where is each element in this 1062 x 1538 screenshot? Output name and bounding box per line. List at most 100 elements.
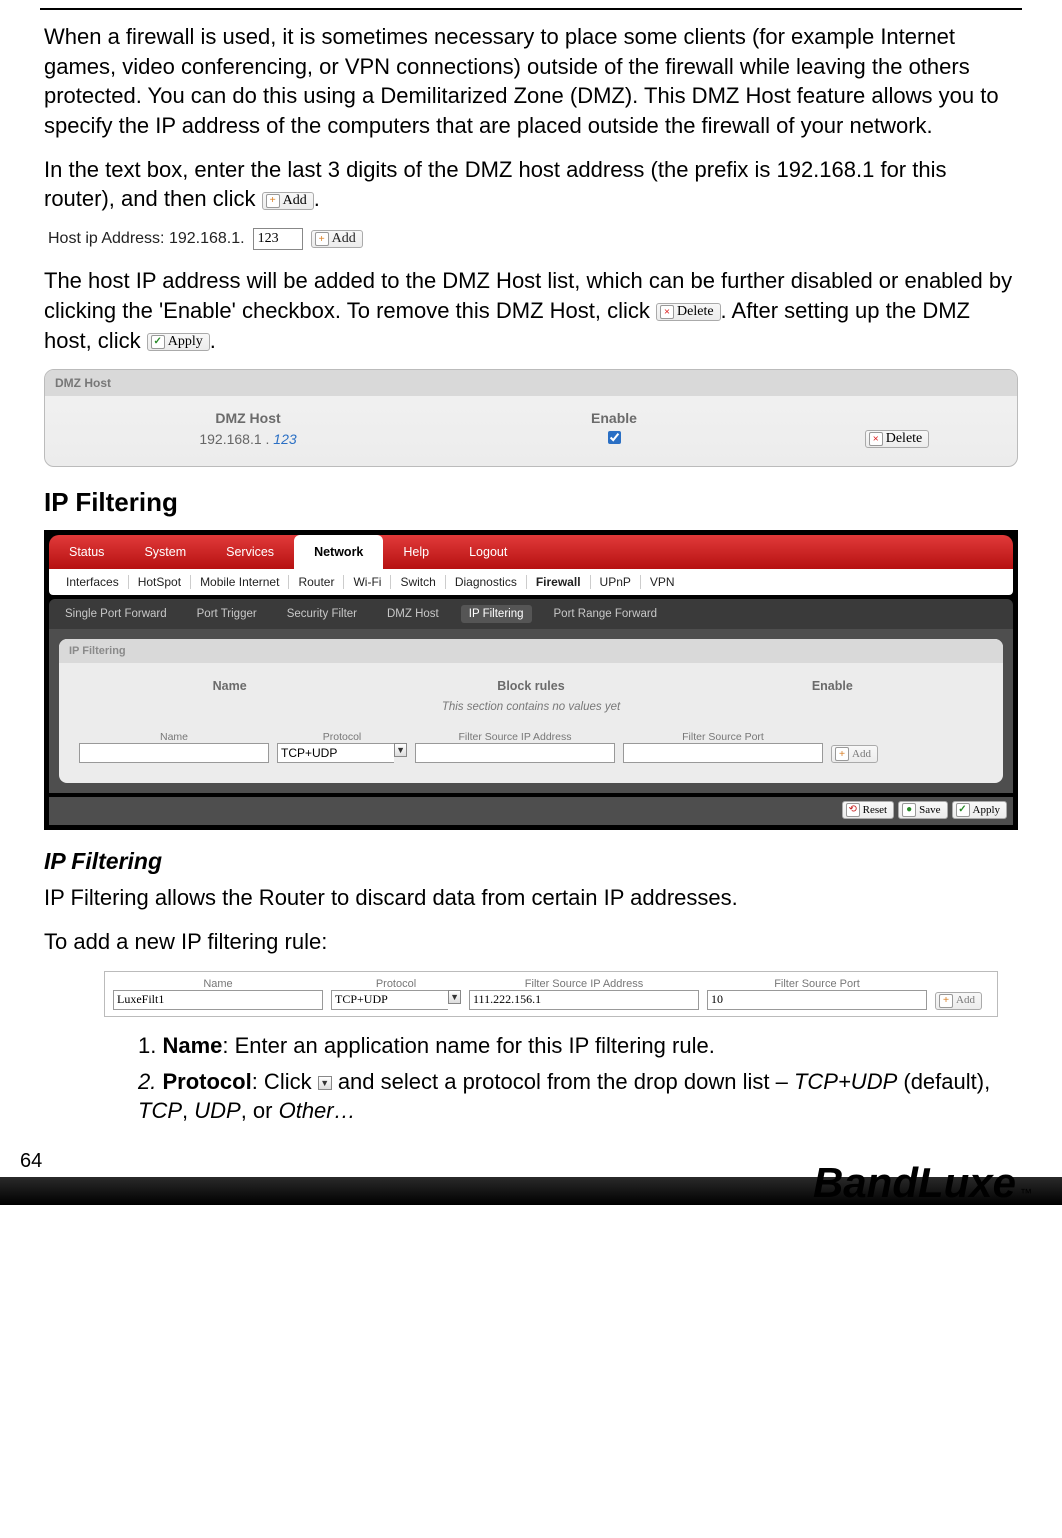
dmz-actions-cell: Delete bbox=[797, 430, 997, 448]
step2-label: Protocol bbox=[162, 1069, 251, 1094]
subtab-vpn[interactable]: VPN bbox=[641, 575, 684, 589]
step1-text: : Enter an application name for this IP … bbox=[222, 1033, 714, 1058]
subtab-mobile-internet[interactable]: Mobile Internet bbox=[191, 575, 289, 589]
tab-logout[interactable]: Logout bbox=[449, 535, 527, 569]
add-button-inline[interactable]: Add bbox=[262, 192, 314, 210]
ipf-description: IP Filtering allows the Router to discar… bbox=[44, 883, 1018, 913]
save-icon bbox=[902, 803, 916, 817]
ipf-panel-title: IP Filtering bbox=[59, 639, 1003, 663]
ipf-add-row: Name Protocol Filter Source IP Address bbox=[79, 731, 983, 763]
dmz-enable-cell bbox=[431, 431, 797, 447]
ex-h-proto: Protocol bbox=[331, 978, 461, 990]
save-button[interactable]: Save bbox=[898, 801, 947, 819]
step2-c: , bbox=[182, 1098, 194, 1123]
step2-tcp: TCP bbox=[138, 1098, 182, 1123]
tert-single-port-forward[interactable]: Single Port Forward bbox=[57, 605, 175, 623]
delete-icon bbox=[660, 305, 674, 319]
ipf-h-name: Name bbox=[79, 731, 269, 743]
tert-security-filter[interactable]: Security Filter bbox=[279, 605, 365, 623]
steps-list: Name: Enter an application name for this… bbox=[134, 1031, 1018, 1126]
ipf-add-button[interactable]: Add bbox=[831, 745, 878, 763]
step-2: 2. Protocol: Click and select a protocol… bbox=[134, 1067, 1018, 1126]
ex-source-ip-input[interactable] bbox=[469, 990, 699, 1010]
add-icon bbox=[939, 994, 953, 1008]
dmz-instruction-2: The host IP address will be added to the… bbox=[44, 266, 1018, 355]
para2a-text: In the text box, enter the last 3 digits… bbox=[44, 157, 946, 212]
tert-dmz-host[interactable]: DMZ Host bbox=[379, 605, 447, 623]
tab-services[interactable]: Services bbox=[206, 535, 294, 569]
apply-label: Apply bbox=[168, 335, 203, 349]
tert-port-range-forward[interactable]: Port Range Forward bbox=[546, 605, 666, 623]
ipf-h-src: Filter Source IP Address bbox=[415, 731, 615, 743]
ipf-name-input[interactable] bbox=[79, 743, 269, 763]
delete-button-inline[interactable]: Delete bbox=[656, 303, 721, 321]
dropdown-icon[interactable] bbox=[318, 1076, 332, 1090]
ipf-example-row: Name Protocol Filter Source IP Address F… bbox=[104, 971, 998, 1017]
subtab-wifi[interactable]: Wi-Fi bbox=[344, 575, 391, 589]
subtab-diagnostics[interactable]: Diagnostics bbox=[446, 575, 527, 589]
ex-h-port: Filter Source Port bbox=[707, 978, 927, 990]
delete-label: Delete bbox=[886, 432, 923, 446]
dmz-col-enable: Enable bbox=[431, 410, 797, 430]
ipf-protocol-input[interactable] bbox=[277, 743, 394, 763]
subtab-interfaces[interactable]: Interfaces bbox=[57, 575, 129, 589]
dmz-row-delete-button[interactable]: Delete bbox=[865, 430, 930, 448]
tert-ip-filtering[interactable]: IP Filtering bbox=[461, 605, 532, 623]
apply-button[interactable]: Apply bbox=[952, 801, 1008, 819]
ipf-source-ip-input[interactable] bbox=[415, 743, 615, 763]
step2-tcpudp: TCP+UDP bbox=[794, 1069, 897, 1094]
subtab-switch[interactable]: Switch bbox=[391, 575, 445, 589]
ipf-col-block: Block rules bbox=[380, 679, 681, 693]
add-icon bbox=[266, 194, 280, 208]
dmz-octet-input[interactable] bbox=[253, 228, 303, 250]
ipf-h-port: Filter Source Port bbox=[623, 731, 823, 743]
apply-button-inline[interactable]: Apply bbox=[147, 333, 210, 351]
dmz-enable-checkbox[interactable] bbox=[608, 431, 621, 444]
dmz-instruction-1: In the text box, enter the last 3 digits… bbox=[44, 155, 1018, 214]
dropdown-icon[interactable] bbox=[394, 743, 407, 757]
reset-button[interactable]: Reset bbox=[842, 801, 894, 819]
router-sub-nav: Interfaces HotSpot Mobile Internet Route… bbox=[49, 569, 1013, 595]
subtab-hotspot[interactable]: HotSpot bbox=[129, 575, 191, 589]
tert-port-trigger[interactable]: Port Trigger bbox=[189, 605, 265, 623]
para2b-text: . bbox=[314, 186, 320, 211]
intro-paragraph: When a firewall is used, it is sometimes… bbox=[44, 22, 1018, 141]
step2-udp: UDP bbox=[194, 1098, 240, 1123]
tab-network[interactable]: Network bbox=[294, 535, 383, 569]
ip-filtering-panel: IP Filtering Name Block rules Enable Thi… bbox=[59, 639, 1003, 783]
add-label: Add bbox=[332, 232, 356, 246]
subtab-upnp[interactable]: UPnP bbox=[591, 575, 641, 589]
ex-add-button[interactable]: Add bbox=[935, 992, 982, 1010]
ex-name-input[interactable] bbox=[113, 990, 323, 1010]
step2-other: Other… bbox=[279, 1098, 356, 1123]
step1-label: Name bbox=[162, 1033, 222, 1058]
router-ui-screenshot: Status System Services Network Help Logo… bbox=[44, 530, 1018, 830]
ipf-col-name: Name bbox=[79, 679, 380, 693]
dmz-panel-title: DMZ Host bbox=[45, 370, 1017, 396]
ex-source-port-input[interactable] bbox=[707, 990, 927, 1010]
subtab-firewall[interactable]: Firewall bbox=[527, 575, 591, 589]
trademark-symbol: ™ bbox=[1020, 1186, 1032, 1200]
dmz-add-button[interactable]: Add bbox=[311, 230, 363, 248]
ip-filtering-subheading: IP Filtering bbox=[44, 848, 1018, 875]
ipf-h-proto: Protocol bbox=[277, 731, 407, 743]
para3c-text: . bbox=[210, 328, 216, 353]
tab-help[interactable]: Help bbox=[383, 535, 449, 569]
step2-def: (default), bbox=[897, 1069, 990, 1094]
ipf-source-port-input[interactable] bbox=[623, 743, 823, 763]
subtab-router[interactable]: Router bbox=[289, 575, 344, 589]
dropdown-icon[interactable] bbox=[448, 990, 461, 1004]
step2-b: and select a protocol from the drop down… bbox=[332, 1069, 794, 1094]
ex-protocol-input[interactable] bbox=[331, 990, 448, 1010]
tab-system[interactable]: System bbox=[124, 535, 206, 569]
apply-icon bbox=[151, 335, 165, 349]
step2-d: , or bbox=[241, 1098, 279, 1123]
dmz-row-ip: 192.168.1 . 123 bbox=[65, 431, 431, 447]
add-icon bbox=[835, 747, 849, 761]
brand-text: BandLuxe bbox=[813, 1159, 1016, 1207]
dmz-host-panel: DMZ Host DMZ Host Enable 192.168.1 . 123… bbox=[44, 369, 1018, 467]
dmz-col-host: DMZ Host bbox=[65, 410, 431, 430]
reset-icon bbox=[846, 803, 860, 817]
add-label: Add bbox=[956, 995, 975, 1006]
tab-status[interactable]: Status bbox=[49, 535, 124, 569]
